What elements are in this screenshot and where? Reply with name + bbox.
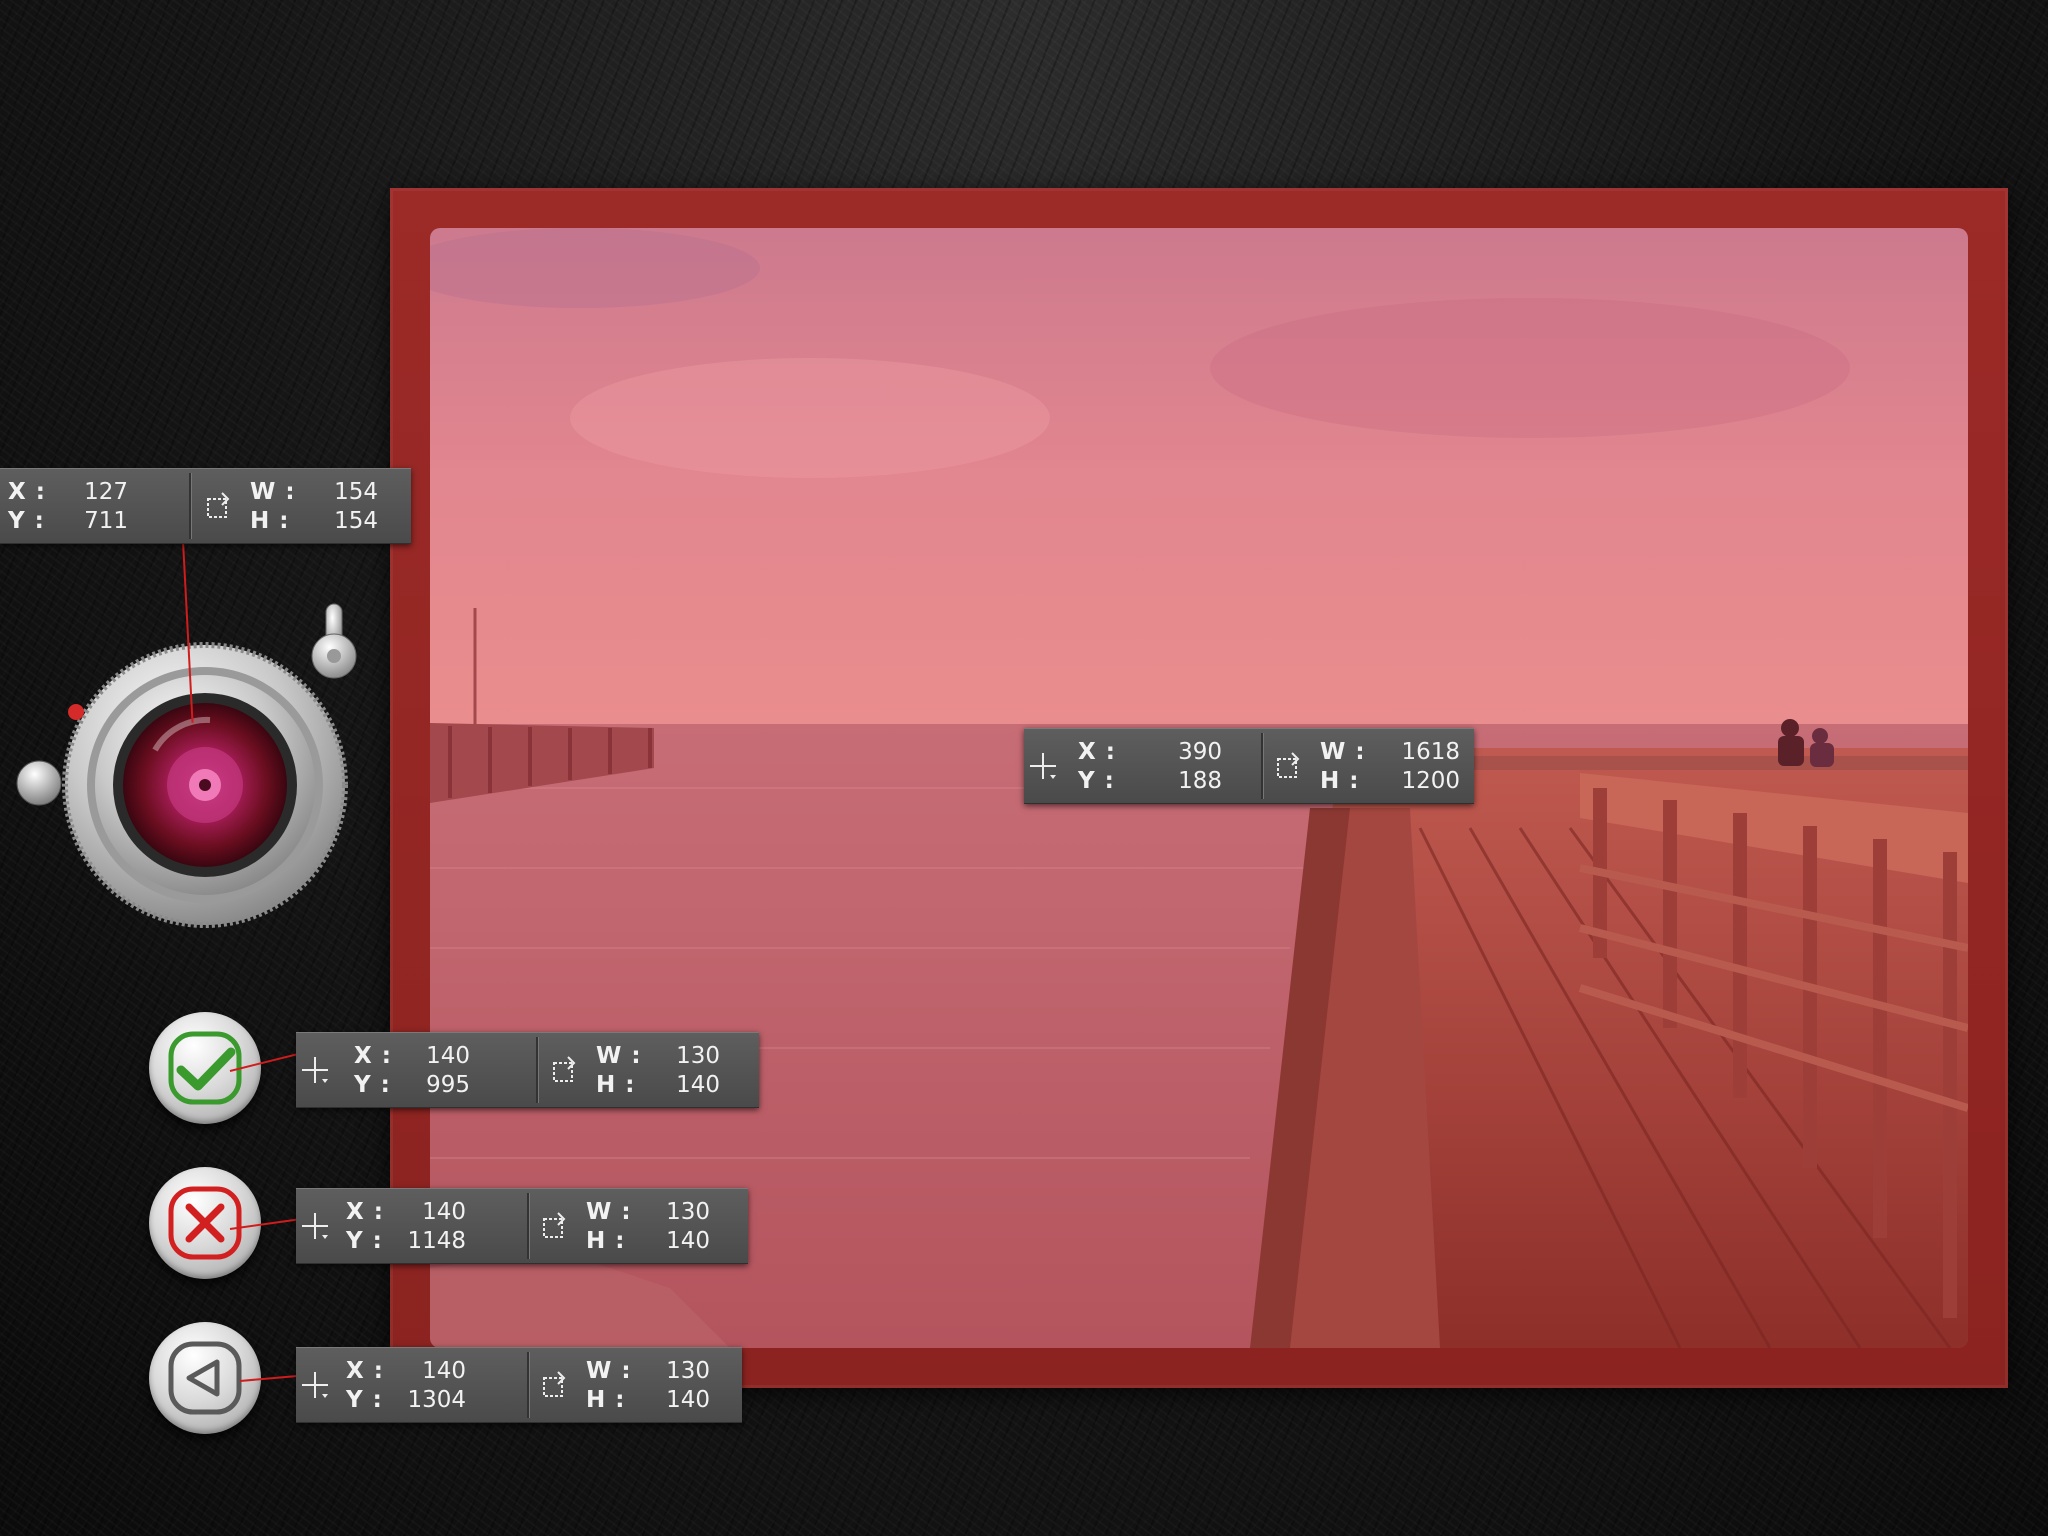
- x-label: X :: [354, 1043, 392, 1069]
- resize-icon: [553, 1056, 576, 1082]
- y-label: Y :: [346, 1228, 383, 1254]
- w-value: 130: [676, 1043, 720, 1069]
- w-label: W :: [596, 1043, 642, 1069]
- lens-side-knob-icon[interactable]: [14, 758, 64, 812]
- w-label: W :: [586, 1358, 632, 1384]
- x-icon: [168, 1186, 242, 1260]
- x-value: 127: [84, 479, 128, 505]
- lens-lever-icon[interactable]: [304, 598, 364, 686]
- triangle-left-icon: [168, 1341, 242, 1415]
- crosshair-icon: [302, 1213, 328, 1239]
- accept-dimension-tag: X : 140 Y : 995 W : 130 H : 140: [296, 1032, 759, 1108]
- h-value: 154: [334, 508, 378, 534]
- w-label: W :: [586, 1199, 632, 1225]
- resize-icon: [1277, 752, 1300, 778]
- w-value: 1618: [1401, 739, 1460, 765]
- lens-indicator-dot: [68, 704, 84, 720]
- x-label: X :: [1078, 739, 1116, 765]
- h-value: 140: [666, 1228, 710, 1254]
- resize-icon: [543, 1371, 566, 1397]
- tag-separator: [527, 1193, 530, 1259]
- x-value: 140: [422, 1358, 466, 1384]
- y-value: 188: [1178, 768, 1222, 794]
- y-label: Y :: [346, 1387, 383, 1413]
- w-value: 130: [666, 1358, 710, 1384]
- x-label: X :: [8, 479, 46, 505]
- tag-separator: [189, 473, 192, 539]
- back-button[interactable]: [149, 1322, 261, 1434]
- cancel-button[interactable]: [149, 1167, 261, 1279]
- w-value: 154: [334, 479, 378, 505]
- resize-icon: [207, 492, 230, 518]
- y-value: 711: [84, 508, 128, 534]
- h-label: H :: [250, 508, 290, 534]
- h-label: H :: [596, 1072, 636, 1098]
- tag-separator: [1261, 733, 1264, 799]
- crosshair-icon: [1030, 753, 1056, 779]
- tag-separator: [536, 1037, 539, 1103]
- x-value: 140: [426, 1043, 470, 1069]
- tag-separator: [527, 1352, 530, 1418]
- w-label: W :: [250, 479, 296, 505]
- h-label: H :: [586, 1228, 626, 1254]
- lens-dimension-tag: X : 127 Y : 711 W : 154 H : 154: [0, 468, 411, 544]
- h-value: 140: [676, 1072, 720, 1098]
- y-label: Y :: [8, 508, 45, 534]
- x-label: X :: [346, 1199, 384, 1225]
- crosshair-icon: [302, 1057, 328, 1083]
- h-label: H :: [586, 1387, 626, 1413]
- h-value: 1200: [1401, 768, 1460, 794]
- crosshair-icon: [302, 1372, 328, 1398]
- y-label: Y :: [354, 1072, 391, 1098]
- resize-icon: [543, 1212, 566, 1238]
- y-value: 1304: [407, 1387, 466, 1413]
- back-dimension-tag: X : 140 Y : 1304 W : 130 H : 140: [296, 1347, 742, 1423]
- w-value: 130: [666, 1199, 710, 1225]
- y-value: 995: [426, 1072, 470, 1098]
- x-value: 140: [422, 1199, 466, 1225]
- w-label: W :: [1320, 739, 1366, 765]
- cancel-dimension-tag: X : 140 Y : 1148 W : 130 H : 140: [296, 1188, 748, 1264]
- h-label: H :: [1320, 768, 1360, 794]
- photo-dimension-tag: X : 390 Y : 188 W : 1618 H : 1200: [1024, 728, 1474, 804]
- h-value: 140: [666, 1387, 710, 1413]
- y-value: 1148: [407, 1228, 466, 1254]
- x-value: 390: [1178, 739, 1222, 765]
- x-label: X :: [346, 1358, 384, 1384]
- y-label: Y :: [1078, 768, 1115, 794]
